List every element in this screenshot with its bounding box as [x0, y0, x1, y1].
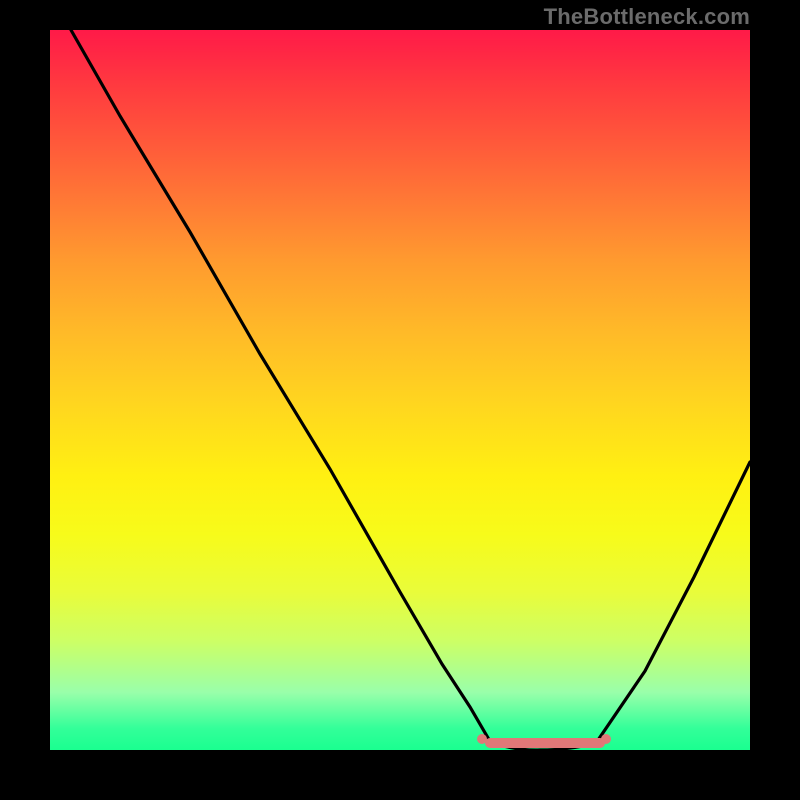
marker-cap-left — [477, 734, 487, 744]
plot-area — [50, 30, 750, 750]
marker-cap-right — [601, 734, 611, 744]
watermark-label: TheBottleneck.com — [544, 4, 750, 30]
chart-frame: TheBottleneck.com — [0, 0, 800, 800]
optimal-range-marker — [50, 30, 750, 750]
